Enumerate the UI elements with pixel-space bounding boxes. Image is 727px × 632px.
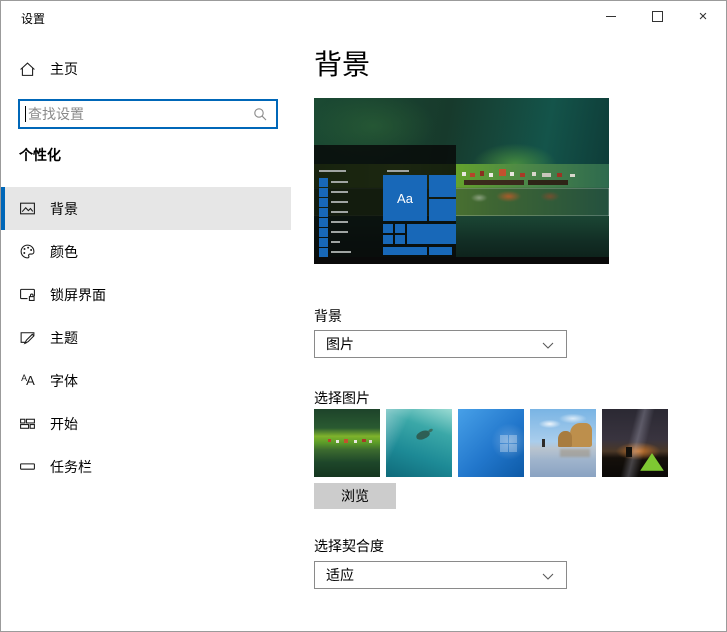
settings-window: 设置 × 主页 查找设置 个性化 背景 颜色 锁屏界面 主题 AA 字体 开始 … [0,0,727,632]
sidebar-nav: 背景 颜色 锁屏界面 主题 AA 字体 开始 任务栏 [1,187,291,488]
minimize-button[interactable] [588,1,634,32]
sidebar-item-fonts[interactable]: AA 字体 [1,359,291,402]
preview-taskbar [314,257,609,264]
search-box[interactable] [18,99,278,129]
lockscreen-icon [19,286,36,303]
sidebar-item-label: 任务栏 [50,458,92,475]
image-icon [19,200,36,217]
wallpaper-preview: Aa [314,98,609,264]
start-menu-overlay: Aa [314,145,456,257]
sidebar-item-home[interactable]: 主页 [19,53,78,85]
section-header-personalization: 个性化 [19,147,61,163]
thumbnail-fjord-landscape[interactable] [314,409,380,477]
main-content: 背景 Aa 背景 图片 选择图片 浏览 选择契合度 适应 [291,33,726,631]
picture-thumbnails [314,409,668,477]
minimize-icon [606,16,616,17]
theme-icon [19,329,36,346]
sidebar-item-label: 开始 [50,415,78,432]
sidebar-item-themes[interactable]: 主题 [1,316,291,359]
sidebar-item-background[interactable]: 背景 [1,187,291,230]
sidebar: 主页 个性化 [1,33,291,631]
sidebar-item-label: 锁屏界面 [50,286,106,303]
window-controls: × [588,1,726,32]
close-icon: × [698,8,708,25]
sidebar-item-lockscreen[interactable]: 锁屏界面 [1,273,291,316]
palette-icon [19,243,36,260]
sidebar-item-taskbar[interactable]: 任务栏 [1,445,291,488]
page-title: 背景 [314,49,371,80]
search-input[interactable] [26,106,253,122]
browse-button[interactable]: 浏览 [314,483,396,509]
home-icon [19,61,36,78]
search-icon[interactable] [253,107,267,121]
thumbnail-underwater-turtle[interactable] [386,409,452,477]
sidebar-item-label: 背景 [50,200,78,217]
preview-tile-aa: Aa [383,175,427,221]
sidebar-item-label: 字体 [50,372,78,389]
start-icon [19,415,36,432]
window-title: 设置 [21,12,46,26]
sidebar-item-label: 主页 [50,61,78,77]
font-icon: AA [21,373,35,388]
thumbnail-beach-rocks[interactable] [530,409,596,477]
chevron-down-icon [542,573,554,580]
sidebar-item-start[interactable]: 开始 [1,402,291,445]
fit-dropdown[interactable]: 适应 [314,561,567,589]
window-body: 主页 个性化 [1,33,726,631]
thumbnail-night-tent[interactable] [602,409,668,477]
sidebar-item-label: 主题 [50,329,78,346]
sidebar-item-colors[interactable]: 颜色 [1,230,291,273]
taskbar-icon [19,458,36,475]
fit-field-label: 选择契合度 [314,538,384,554]
choose-picture-label: 选择图片 [314,390,370,406]
maximize-icon [651,11,663,22]
dropdown-value: 适应 [326,567,354,583]
dropdown-value: 图片 [326,336,354,352]
thumbnail-windows-default[interactable] [458,409,524,477]
sidebar-item-label: 颜色 [50,243,78,260]
background-field-label: 背景 [314,308,342,324]
chevron-down-icon [542,342,554,349]
title-bar: 设置 × [1,1,726,33]
maximize-button[interactable] [634,1,680,32]
close-button[interactable]: × [680,1,726,32]
background-type-dropdown[interactable]: 图片 [314,330,567,358]
